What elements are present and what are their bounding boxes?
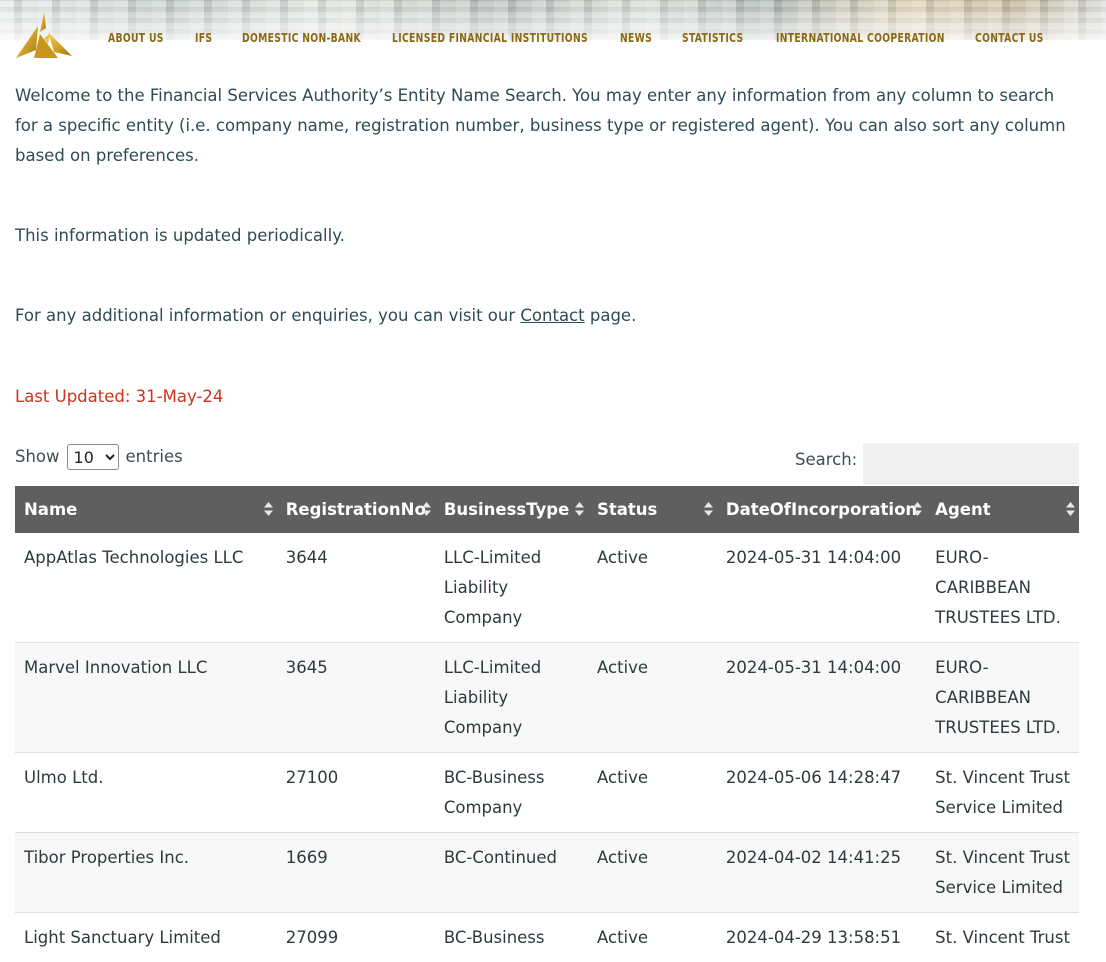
column-header-businesstype[interactable]: BusinessType (435, 486, 588, 533)
business-type-cell: BC-Business Company (435, 753, 588, 833)
agent-cell: EURO-CARIBBEAN TRUSTEES LTD. (926, 643, 1079, 753)
enquiries-text: For any additional information or enquir… (15, 301, 636, 331)
show-label: Show (15, 443, 60, 471)
status-cell: Active (588, 833, 717, 913)
main-nav: ABOUT US IFS DOMESTIC NON-BANK LICENSED FIN… (92, 30, 1106, 48)
business-type-cell: BC-Continued (435, 833, 588, 913)
update-note: This information is updated periodically… (15, 221, 345, 251)
nav-item-ifs[interactable]: IFS (195, 30, 212, 45)
incorporation-date-cell: 2024-05-31 14:04:00 (717, 533, 926, 643)
column-header-label: BusinessType (444, 500, 569, 519)
nav-item-statistics[interactable]: STATISTICS (682, 30, 743, 45)
table-row: Ulmo Ltd.27100BC-Business CompanyActive2… (15, 753, 1079, 833)
name-cell: Tibor Properties Inc. (15, 833, 277, 913)
entity-table: Name RegistrationNo BusinessType Status Date… (15, 486, 1079, 962)
contact-link[interactable]: Contact (520, 306, 584, 325)
nav-item-licensed-financial-institutions[interactable]: LICENSED FINANCIAL INSTITUTIONS (392, 30, 588, 45)
status-cell: Active (588, 753, 717, 833)
enquiries-after: page. (585, 306, 637, 325)
name-cell: Marvel Innovation LLC (15, 643, 277, 753)
agent-cell: St. Vincent Trust Service Limited (926, 753, 1079, 833)
sort-icon[interactable] (1066, 502, 1075, 516)
entries-select[interactable]: 10 (67, 444, 119, 470)
registration-cell: 3644 (277, 533, 435, 643)
column-header-status[interactable]: Status (588, 486, 717, 533)
sort-icon[interactable] (704, 502, 713, 516)
nav-item-news[interactable]: NEWS (620, 30, 652, 45)
nav-item-about-us[interactable]: ABOUT US (108, 30, 164, 45)
search-label: Search: (795, 450, 857, 469)
column-header-label: Agent (935, 500, 990, 519)
table-header-row: Name RegistrationNo BusinessType Status Date… (15, 486, 1079, 533)
status-cell: Active (588, 913, 717, 962)
business-type-cell: LLC-Limited Liability Company (435, 533, 588, 643)
table-row: Light Sanctuary Limited27099BC-BusinessA… (15, 913, 1079, 962)
column-header-label: Name (24, 500, 77, 519)
intro-paragraph: Welcome to the Financial Services Author… (15, 81, 1075, 171)
table-row: Tibor Properties Inc.1669BC-ContinuedAct… (15, 833, 1079, 913)
registration-cell: 1669 (277, 833, 435, 913)
incorporation-date-cell: 2024-04-02 14:41:25 (717, 833, 926, 913)
column-header-agent[interactable]: Agent (926, 486, 1079, 533)
entries-label: entries (126, 443, 183, 471)
enquiries-before: For any additional information or enquir… (15, 306, 520, 325)
registration-cell: 27100 (277, 753, 435, 833)
agent-cell: EURO-CARIBBEAN TRUSTEES LTD. (926, 533, 1079, 643)
agent-cell: St. Vincent Trust Service Limited (926, 833, 1079, 913)
status-cell: Active (588, 533, 717, 643)
business-type-cell: BC-Business (435, 913, 588, 962)
business-type-cell: LLC-Limited Liability Company (435, 643, 588, 753)
table-row: AppAtlas Technologies LLC3644LLC-Limited… (15, 533, 1079, 643)
incorporation-date-cell: 2024-04-29 13:58:51 (717, 913, 926, 962)
sort-icon[interactable] (422, 502, 431, 516)
entries-length-control: Show 10 entries (15, 443, 183, 471)
status-cell: Active (588, 643, 717, 753)
sort-icon[interactable] (575, 502, 584, 516)
table-row: Marvel Innovation LLC3645LLC-Limited Lia… (15, 643, 1079, 753)
nav-item-domestic-non-bank[interactable]: DOMESTIC NON-BANK (242, 30, 361, 45)
name-cell: Ulmo Ltd. (15, 753, 277, 833)
incorporation-date-cell: 2024-05-31 14:04:00 (717, 643, 926, 753)
incorporation-date-cell: 2024-05-06 14:28:47 (717, 753, 926, 833)
name-cell: Light Sanctuary Limited (15, 913, 277, 962)
table-body: AppAtlas Technologies LLC3644LLC-Limited… (15, 533, 1079, 962)
welcome-text: Welcome to the Financial Services Author… (15, 81, 1075, 171)
last-updated-text: Last Updated: 31-May-24 (15, 382, 223, 412)
registration-cell: 27099 (277, 913, 435, 962)
nav-item-international-cooperation[interactable]: INTERNATIONAL COOPERATION (776, 30, 945, 45)
column-header-label: Status (597, 500, 657, 519)
column-header-dateofincorporation[interactable]: DateOfIncorporation (717, 486, 926, 533)
column-header-name[interactable]: Name (15, 486, 277, 533)
sort-icon[interactable] (264, 502, 273, 516)
search-input[interactable] (863, 443, 1079, 484)
column-header-label: RegistrationNo (286, 500, 426, 519)
column-header-registrationno[interactable]: RegistrationNo (277, 486, 435, 533)
name-cell: AppAtlas Technologies LLC (15, 533, 277, 643)
registration-cell: 3645 (277, 643, 435, 753)
sort-icon[interactable] (913, 502, 922, 516)
column-header-label: DateOfIncorporation (726, 500, 917, 519)
agent-cell: St. Vincent Trust (926, 913, 1079, 962)
fsa-logo-icon[interactable] (14, 10, 74, 62)
nav-item-contact-us[interactable]: CONTACT US (975, 30, 1044, 45)
